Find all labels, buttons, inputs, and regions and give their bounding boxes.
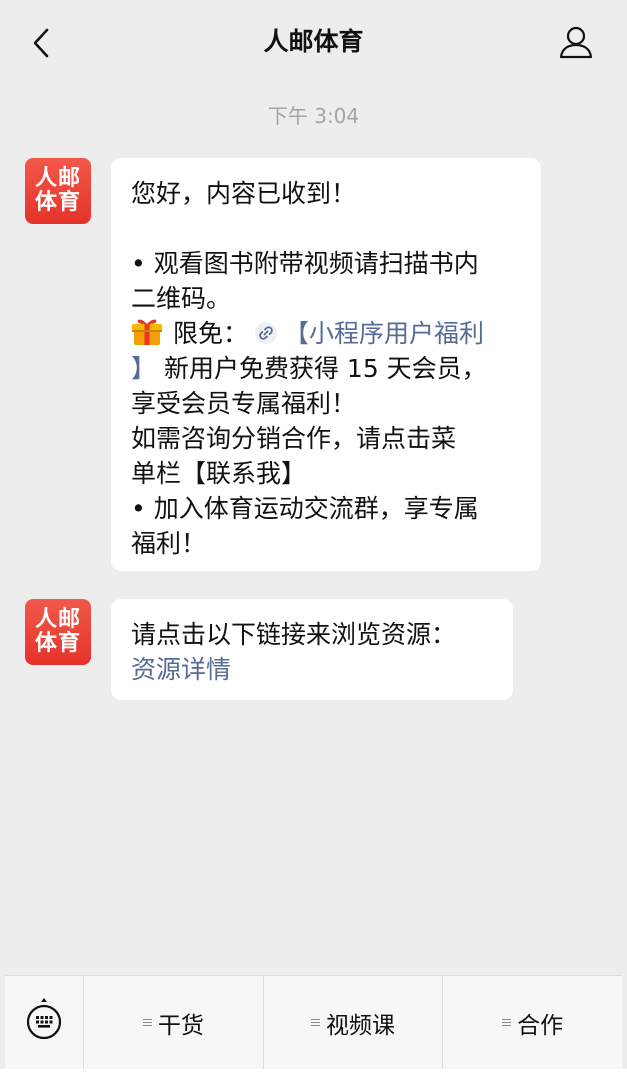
page-title: 人邮体育 [263, 27, 364, 56]
benefit-line: 】 新用户免费获得 15 天会员， [131, 351, 521, 386]
message-greeting: 您好，内容已收到！ [131, 179, 357, 208]
profile-button[interactable] [558, 24, 594, 60]
person-outline-icon [559, 26, 593, 59]
mini-program-link[interactable]: 【小程序用户福利 [284, 319, 484, 348]
menu-item-label: 合作 [517, 1012, 564, 1039]
menu-item-video-course[interactable]: 视频课 [262, 976, 443, 1069]
free-offer-line: 限免： 【小程序用户福利 [131, 316, 521, 351]
gift-icon [132, 319, 162, 345]
avatar-text-line2: 体育 [34, 190, 81, 215]
mini-program-link-icon [255, 322, 278, 344]
message-bubble[interactable]: 您好，内容已收到！ • 观看图书附带视频请扫描书内 二维码。 限免： 【小程序用… [111, 158, 541, 571]
avatar[interactable]: 人邮 体育 [25, 599, 91, 665]
mini-program-link-end[interactable]: 】 [131, 354, 156, 383]
message-bubble[interactable]: 请点击以下链接来浏览资源： 资源详情 [111, 599, 513, 700]
avatar-text-line2: 体育 [34, 631, 81, 656]
keyboard-toggle-button[interactable] [5, 976, 84, 1069]
message-text-line: 如需咨询分销合作，请点击菜 [131, 424, 457, 453]
chat-window: 人邮体育 下午 3:04 人邮 体育 您好，内容已收到！ • 观看图书附带视频请… [5, 0, 622, 1074]
menu-item-cooperation[interactable]: 合作 [442, 976, 622, 1069]
keyboard-icon [26, 998, 62, 1040]
menu-lines-icon [502, 1018, 512, 1027]
avatar-text-line1: 人邮 [34, 607, 81, 632]
bottom-menu-bar: 干货 视频课 合作 [5, 975, 622, 1069]
message-text-line: 享受会员专属福利！ [131, 389, 357, 418]
message-text-line: 二维码。 [131, 284, 232, 313]
resource-details-link[interactable]: 资源详情 [131, 655, 231, 684]
free-label: 限免： [173, 319, 249, 348]
message-text-line: • 观看图书附带视频请扫描书内 [131, 249, 479, 278]
menu-item-label: 视频课 [326, 1012, 395, 1039]
menu-lines-icon [142, 1018, 152, 1027]
menu-item-label: 干货 [157, 1012, 204, 1039]
message-text-line: 单栏【联系我】 [131, 459, 307, 488]
menu-lines-icon [311, 1018, 320, 1027]
message-text: 请点击以下链接来浏览资源： [131, 620, 457, 649]
header: 人邮体育 [5, 0, 622, 86]
menu-item-goods[interactable]: 干货 [84, 976, 263, 1069]
message-text-line: • 加入体育运动交流群，享专属 [131, 494, 479, 523]
bottom-edge [0, 1069, 627, 1074]
message-timestamp: 下午 3:04 [267, 104, 360, 128]
message-text-line: 福利！ [131, 529, 207, 558]
avatar-text-line1: 人邮 [34, 166, 81, 191]
benefit-text: 新用户免费获得 15 天会员， [156, 354, 487, 383]
avatar[interactable]: 人邮 体育 [25, 158, 91, 224]
